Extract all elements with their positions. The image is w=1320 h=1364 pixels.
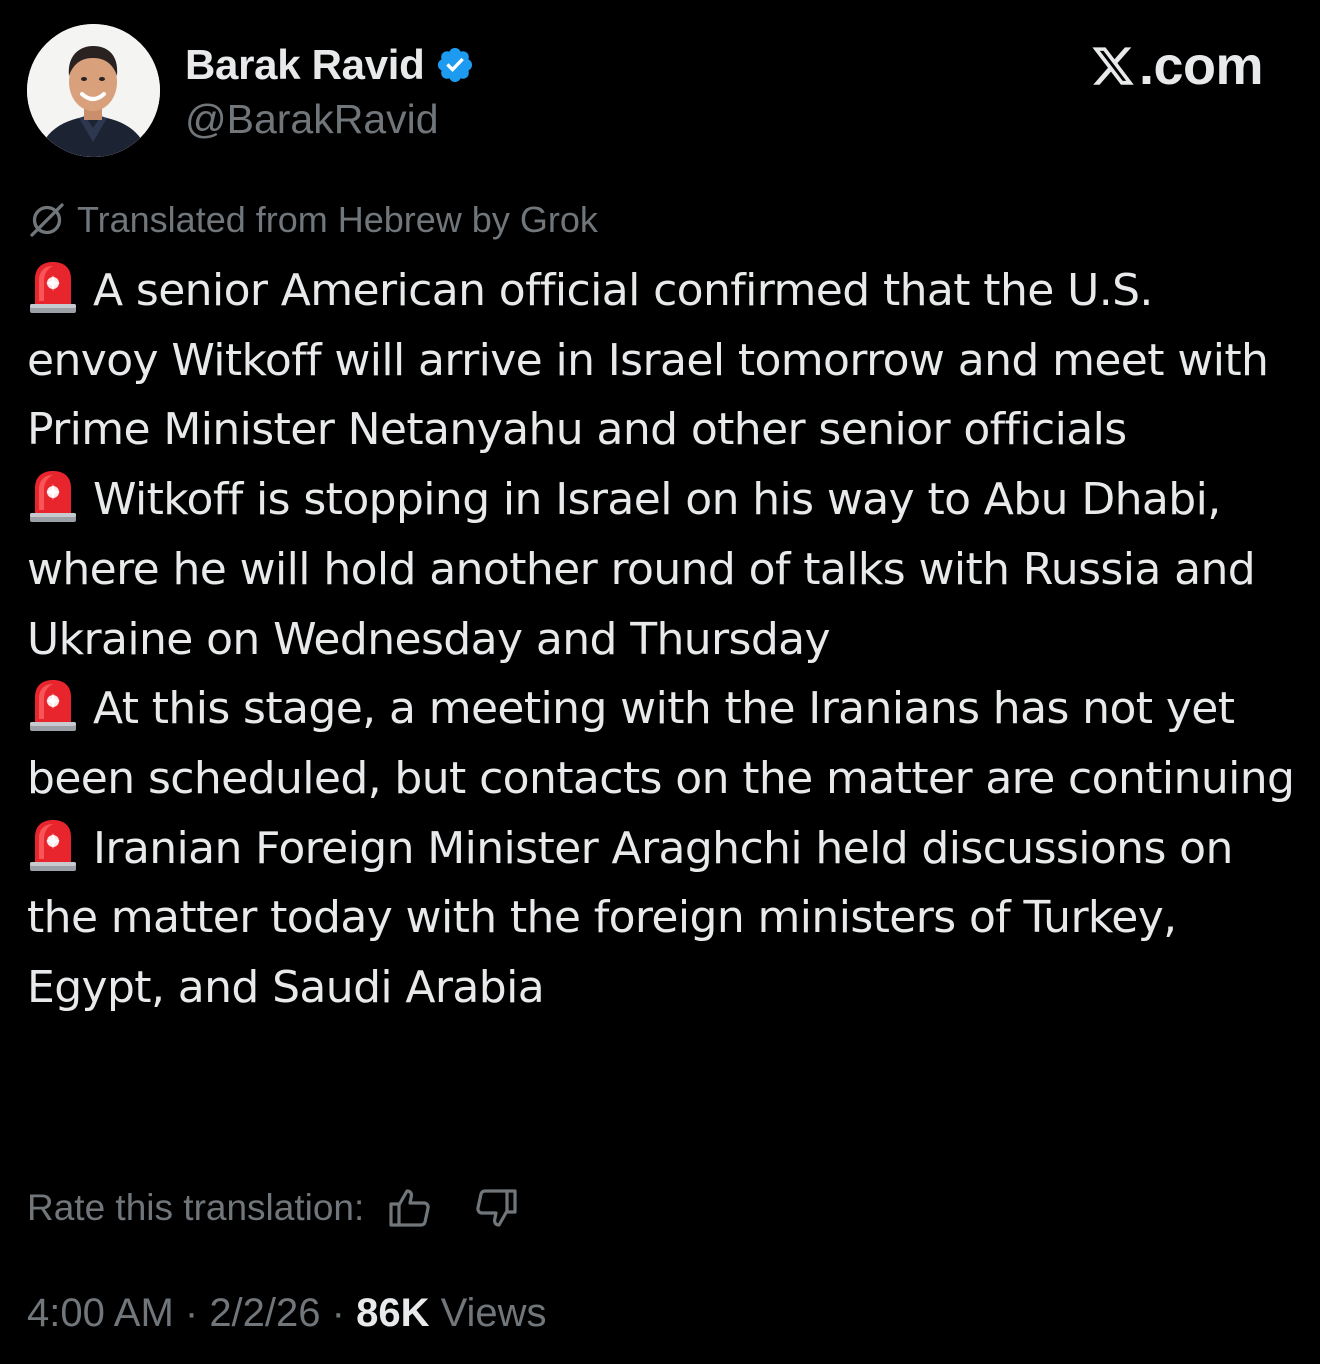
tweet-paragraph-text: Witkoff is stopping in Israel on his way…: [27, 474, 1256, 665]
author-display-name[interactable]: Barak Ravid: [185, 41, 425, 89]
thumbs-up-icon[interactable]: [386, 1184, 434, 1232]
police-siren-icon: [30, 262, 76, 313]
brand-domain: .com: [1138, 36, 1264, 96]
police-siren-icon: [30, 680, 76, 732]
tweet-text: A senior American official confirmed tha…: [27, 256, 1297, 1023]
police-siren-icon: [30, 471, 76, 523]
tweet-date[interactable]: 2/2/26: [209, 1291, 320, 1336]
tweet-paragraph-text: Iranian Foreign Minister Araghchi held d…: [27, 822, 1233, 1014]
rate-translation-row: Rate this translation:: [27, 1180, 520, 1236]
views-count[interactable]: 86K: [356, 1291, 429, 1336]
author-handle[interactable]: @BarakRavid: [185, 96, 475, 143]
author-block: Barak Ravid @BarakRavid: [185, 38, 475, 143]
tweet-paragraph: At this stage, a meeting with the Irania…: [27, 674, 1297, 813]
thumbs-down-icon[interactable]: [472, 1184, 520, 1232]
tweet-header: Barak Ravid @BarakRavid .com: [27, 24, 1293, 160]
meta-separator: ·: [320, 1290, 357, 1335]
tweet-paragraph-text: A senior American official confirmed tha…: [27, 265, 1269, 456]
verified-badge-icon: [437, 47, 472, 83]
avatar[interactable]: [27, 24, 160, 157]
police-siren-icon: [30, 819, 76, 871]
translation-notice[interactable]: Translated from Hebrew by Grok: [27, 196, 598, 244]
grok-icon: [30, 203, 64, 237]
views-label: Views: [429, 1290, 547, 1335]
tweet-paragraph-text: At this stage, a meeting with the Irania…: [27, 683, 1295, 804]
tweet-meta: 4:00 AM · 2/2/26 · 86K Views: [27, 1286, 547, 1340]
name-row: Barak Ravid: [185, 38, 475, 92]
x-logo-icon: [1092, 47, 1134, 85]
tweet-paragraph: A senior American official confirmed tha…: [27, 256, 1297, 465]
tweet-time[interactable]: 4:00 AM: [27, 1291, 174, 1336]
meta-separator: ·: [173, 1290, 210, 1335]
tweet-paragraph: Iranian Foreign Minister Araghchi held d…: [27, 814, 1297, 1023]
brand-watermark: .com: [1089, 36, 1264, 96]
tweet-paragraph: Witkoff is stopping in Israel on his way…: [27, 465, 1297, 674]
translation-label: Translated from Hebrew by Grok: [77, 199, 598, 240]
rate-translation-label: Rate this translation:: [27, 1187, 365, 1228]
